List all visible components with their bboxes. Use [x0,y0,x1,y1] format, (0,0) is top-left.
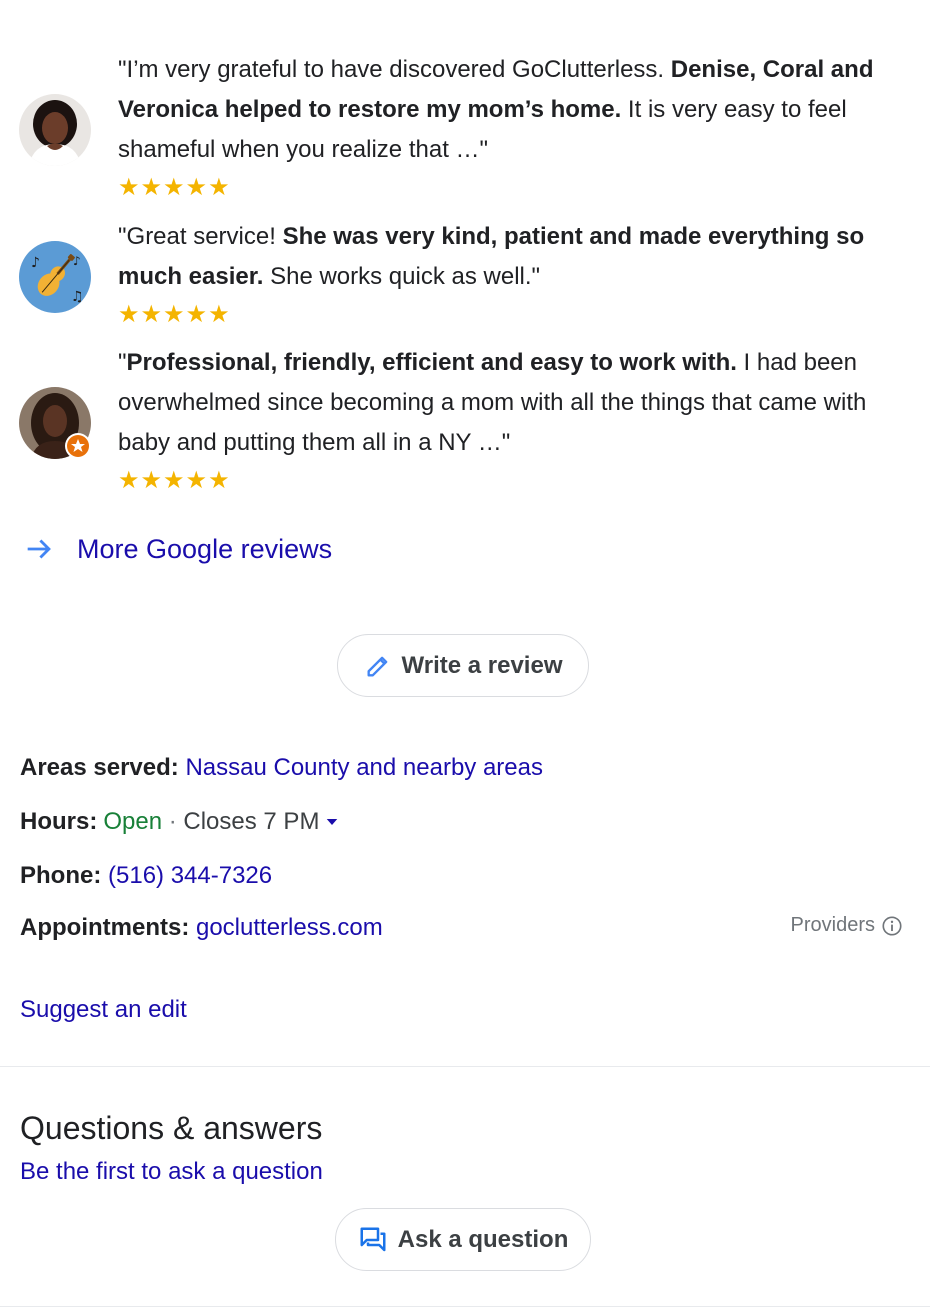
phone-row: Phone: (516) 344-7326 [20,861,272,891]
arrow-right-icon [27,539,51,559]
ask-question-label: Ask a question [397,1225,569,1253]
local-guide-badge-icon [65,433,91,459]
write-review-button[interactable]: Write a review [337,634,589,697]
areas-served-label: Areas served: [20,754,179,781]
star-rating: ★★★★★ [118,301,231,328]
hours-status: Open [103,808,163,835]
info-icon [882,915,902,936]
question-answer-icon [360,1227,386,1251]
reviewer-avatar[interactable] [19,94,91,166]
appointments-label: Appointments: [20,914,190,941]
hours-separator: · [162,808,184,835]
avatar-image [19,94,91,166]
more-reviews-link[interactable]: More Google reviews [22,532,332,566]
first-question-link[interactable]: Be the first to ask a question [20,1158,323,1186]
appointments-row: Appointments: goclutterless.com [20,913,383,943]
phone-link[interactable]: (516) 344-7326 [108,862,272,889]
ask-question-button[interactable]: Ask a question [335,1208,591,1271]
review-text: "I’m very grateful to have discovered Go… [118,56,874,163]
hours-closes-dropdown[interactable]: Closes 7 PM [183,807,319,837]
reviewer-avatar[interactable]: ♪ ♫ ♪ [19,241,91,313]
providers-label: Providers [790,914,875,936]
svg-text:♪: ♪ [31,255,40,271]
review-text: "Great service! She was very kind, patie… [118,223,865,290]
appointments-link[interactable]: goclutterless.com [196,914,383,941]
reviewer-avatar[interactable] [19,387,91,459]
star-rating: ★★★★★ [118,467,231,494]
hours-row: Hours: Open · Closes 7 PM [20,807,341,837]
avatar-image: ♪ ♫ ♪ [19,241,91,313]
phone-label: Phone: [20,862,102,889]
suggest-edit-link[interactable]: Suggest an edit [20,995,187,1025]
bottom-divider [0,1306,930,1307]
write-review-label: Write a review [401,651,563,679]
chevron-down-icon[interactable] [323,813,341,831]
areas-served-row: Areas served: Nassau County and nearby a… [20,753,543,783]
section-divider [0,1066,930,1067]
pencil-icon [367,656,387,676]
qa-title: Questions & answers [20,1110,323,1146]
providers-info[interactable]: Providers [791,914,903,937]
hours-label: Hours: [20,808,98,835]
svg-text:♫: ♫ [71,289,84,305]
review-text: "Professional, friendly, efficient and e… [118,349,867,456]
more-reviews-label: More Google reviews [77,533,333,564]
star-rating: ★★★★★ [118,174,231,201]
areas-served-link[interactable]: Nassau County and nearby areas [185,754,543,781]
svg-text:♪: ♪ [73,254,81,268]
